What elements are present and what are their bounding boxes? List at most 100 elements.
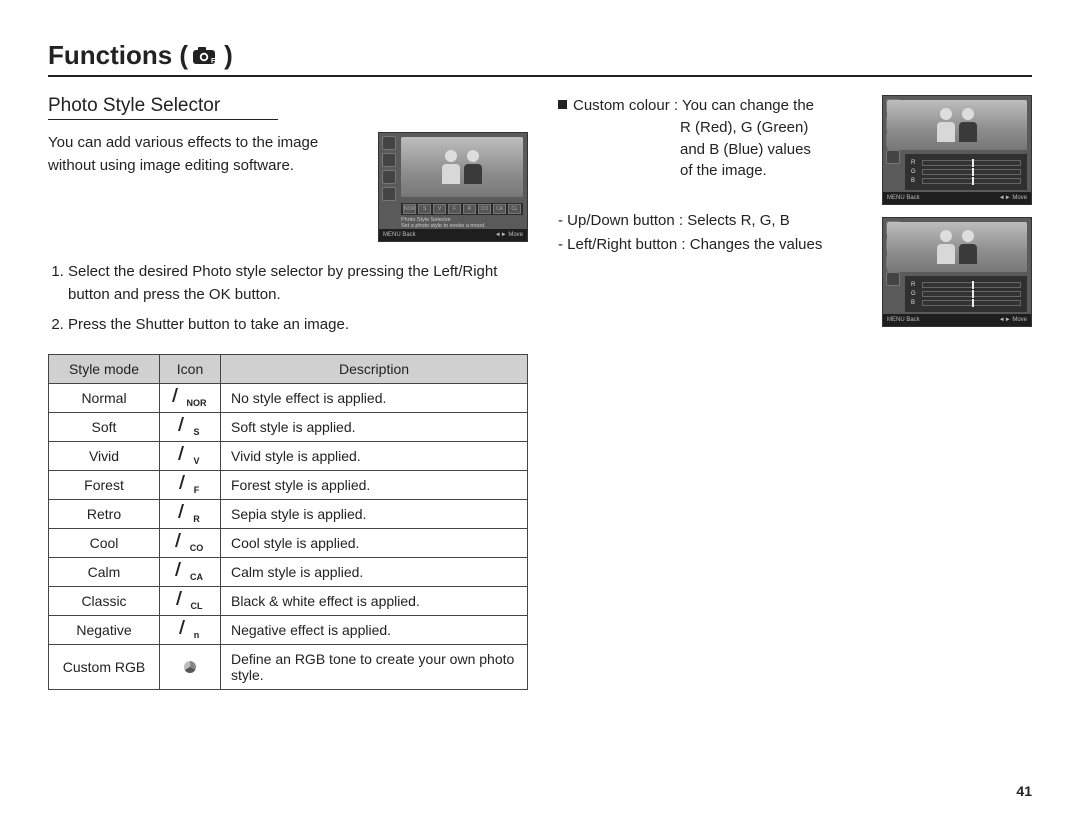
page-number: 41 (1016, 783, 1032, 799)
mode-cell: Classic (49, 586, 160, 615)
table-row: Vivid V Vivid style is applied. (49, 441, 528, 470)
heading-text: Functions ( (48, 40, 188, 71)
custom-colour-block: Custom colour : You can change the R (Re… (558, 95, 866, 182)
slider-label-r: R (911, 282, 919, 288)
dash-rest: : Selects R, G, B (675, 212, 790, 229)
svg-text:Fn: Fn (211, 58, 220, 65)
table-row: Classic CL Black & white effect is applied… (49, 586, 528, 615)
mode-cell: Soft (49, 412, 160, 441)
table-row: Calm CA Calm style is applied. (49, 557, 528, 586)
desc-cell: Negative effect is applied. (221, 615, 528, 644)
screenshot-custom-rgb: R G B MENU Back ◄► Move (882, 95, 1032, 205)
pen-style-icon: F (181, 475, 200, 495)
desc-cell: Vivid style is applied. (221, 441, 528, 470)
desc-cell: No style effect is applied. (221, 383, 528, 412)
pen-style-icon: V (180, 446, 199, 466)
th-description: Description (221, 354, 528, 383)
icon-subscript: n (194, 630, 200, 640)
mode-icon-cell: V (160, 441, 221, 470)
dash-rest: : Changes the values (677, 236, 822, 253)
desc-cell: Black & white effect is applied. (221, 586, 528, 615)
custom-desc-line: and B (Blue) values (680, 139, 866, 161)
slider-label-g: G (911, 291, 919, 297)
icon-subscript: V (193, 456, 199, 466)
mode-icon-cell: CL (160, 586, 221, 615)
icon-subscript: CA (190, 572, 203, 582)
screenshot-custom-rgb: R G B MENU Back ◄► Move (882, 217, 1032, 327)
pen-style-icon: CA (177, 562, 203, 582)
slider-label-r: R (911, 160, 919, 166)
table-row: Normal NOR No style effect is applied. (49, 383, 528, 412)
custom-desc-first: : You can change the (674, 97, 814, 114)
mode-cell: Calm (49, 557, 160, 586)
table-row: Forest F Forest style is applied. (49, 470, 528, 499)
custom-desc-line: R (Red), G (Green) (680, 117, 866, 139)
slider-label-b: B (911, 178, 919, 184)
shot-bottom-move: ◄► Move (999, 195, 1027, 201)
section-subheading: Photo Style Selector (48, 95, 278, 120)
icon-subscript: NOR (187, 398, 207, 408)
icon-subscript: CO (190, 543, 204, 553)
slider-label-b: B (911, 300, 919, 306)
step-item: Select the desired Photo style selector … (68, 260, 528, 307)
mode-icon-cell: S (160, 412, 221, 441)
camera-fn-icon: Fn (192, 45, 220, 67)
table-row: Soft S Soft style is applied. (49, 412, 528, 441)
slider-label-g: G (911, 169, 919, 175)
mode-cell: Cool (49, 528, 160, 557)
mode-icon-cell: CO (160, 528, 221, 557)
desc-cell: Sepia style is applied. (221, 499, 528, 528)
custom-rgb-icon (184, 660, 196, 676)
mode-icon-cell: NOR (160, 383, 221, 412)
mode-cell: Normal (49, 383, 160, 412)
custom-label: Custom colour (573, 97, 670, 114)
shot-bottom-move: ◄► Move (495, 232, 523, 238)
th-style-mode: Style mode (49, 354, 160, 383)
square-bullet-icon (558, 100, 567, 109)
icon-subscript: S (193, 427, 199, 437)
th-icon: Icon (160, 354, 221, 383)
shot-bottom-back: MENU Back (887, 195, 920, 201)
table-row: Retro R Sepia style is applied. (49, 499, 528, 528)
mode-cell: Vivid (49, 441, 160, 470)
custom-desc-line: of the image. (680, 160, 866, 182)
mode-cell: Retro (49, 499, 160, 528)
icon-subscript: F (194, 485, 200, 495)
pen-style-icon: CL (178, 591, 203, 611)
icon-subscript: CL (191, 601, 203, 611)
dash-label: - Left/Right button (558, 236, 677, 253)
shot-bottom-back: MENU Back (887, 317, 920, 323)
mode-cell: Forest (49, 470, 160, 499)
steps-list: Select the desired Photo style selector … (48, 260, 528, 336)
mode-icon-cell: F (160, 470, 221, 499)
button-instructions: - Up/Down button : Selects R, G, B - Lef… (558, 210, 866, 256)
pen-style-icon: NOR (174, 388, 207, 408)
desc-cell: Define an RGB tone to create your own ph… (221, 644, 528, 689)
table-row: Cool CO Cool style is applied. (49, 528, 528, 557)
mode-icon-cell: CA (160, 557, 221, 586)
dash-label: - Up/Down button (558, 212, 675, 229)
desc-cell: Calm style is applied. (221, 557, 528, 586)
mode-cell: Custom RGB (49, 644, 160, 689)
pen-style-icon: S (180, 417, 199, 437)
step-item: Press the Shutter button to take an imag… (68, 313, 528, 336)
icon-subscript: R (193, 514, 200, 524)
pen-style-icon: CO (177, 533, 204, 553)
desc-cell: Forest style is applied. (221, 470, 528, 499)
shot-bottom-back: MENU Back (383, 232, 416, 238)
mode-icon-cell: n (160, 615, 221, 644)
intro-text: You can add various effects to the image… (48, 132, 364, 242)
table-row: Custom RGB Define an RGB tone to create y… (49, 644, 528, 689)
heading-close: ) (224, 40, 233, 71)
page-heading: Functions ( Fn ) (48, 40, 1032, 77)
style-mode-table: Style mode Icon Description Normal NOR No … (48, 354, 528, 690)
screenshot-photo-style-selector: NOR S V F R CO CA CL Photo Style Selecto… (378, 132, 528, 242)
desc-cell: Soft style is applied. (221, 412, 528, 441)
desc-cell: Cool style is applied. (221, 528, 528, 557)
pen-style-icon: R (180, 504, 200, 524)
shot-bottom-move: ◄► Move (999, 317, 1027, 323)
mode-cell: Negative (49, 615, 160, 644)
mode-icon-cell (160, 644, 221, 689)
pen-style-icon: n (181, 620, 200, 640)
mode-icon-cell: R (160, 499, 221, 528)
